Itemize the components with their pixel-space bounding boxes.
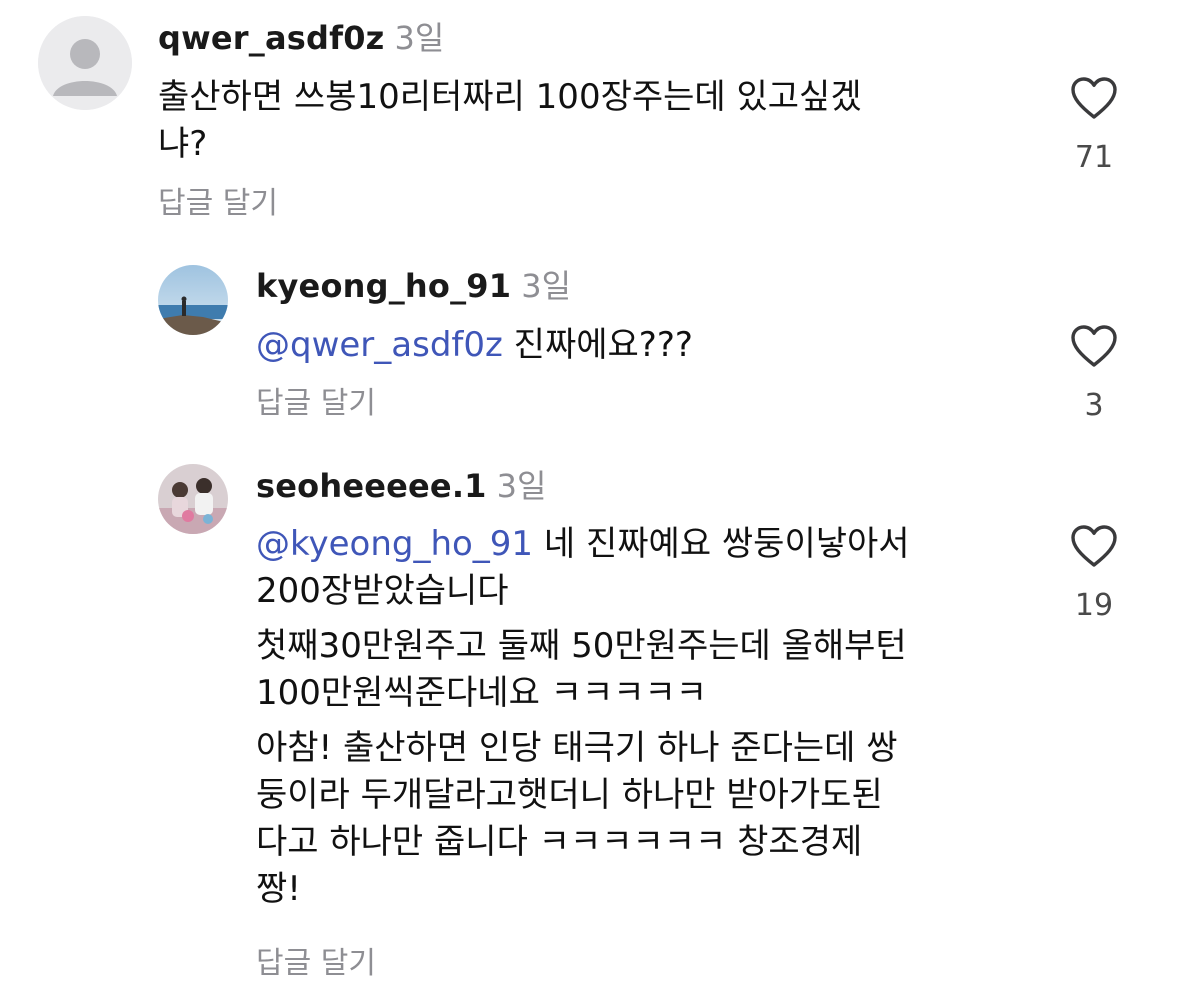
comment-header: kyeong_ho_91 3일 <box>256 266 571 306</box>
like-count: 19 <box>1074 588 1114 623</box>
comment-text: @kyeong_ho_91 네 진짜예요 쌍둥이낳아서 200장받았습니다 첫째… <box>256 521 1036 913</box>
comment-text-line: 짱! <box>256 869 301 909</box>
comment-text: @qwer_asdf0z 진짜에요??? <box>256 322 1036 369</box>
comment-text-span: 진짜에요??? <box>502 325 693 365</box>
heart-outline-icon[interactable] <box>1070 324 1118 368</box>
like-count: 71 <box>1074 140 1114 175</box>
comment-text-span: 네 진짜예요 쌍둥이낳아서 <box>533 524 910 564</box>
avatar[interactable] <box>158 265 228 335</box>
heart-outline-icon[interactable] <box>1070 76 1118 120</box>
avatar-photo <box>158 464 228 534</box>
person-silhouette-icon <box>38 16 132 110</box>
username[interactable]: seoheeeee.1 <box>256 467 487 505</box>
comment-text: 출산하면 쓰봉10리터짜리 100장주는데 있고싶겠 냐? <box>158 74 1038 168</box>
timestamp: 3일 <box>394 19 445 57</box>
comment-text-line: @qwer_asdf0z 진짜에요??? <box>256 322 1036 369</box>
like-button[interactable]: 3 <box>1064 324 1124 424</box>
comment-header: qwer_asdf0z 3일 <box>158 18 444 58</box>
mention-link[interactable]: @kyeong_ho_91 <box>256 524 533 564</box>
comment-text-line: 냐? <box>158 124 208 164</box>
mention-link[interactable]: @qwer_asdf0z <box>256 325 503 365</box>
like-count: 3 <box>1084 388 1104 423</box>
heart-outline-icon[interactable] <box>1070 524 1118 568</box>
like-button[interactable]: 19 <box>1064 524 1124 624</box>
timestamp: 3일 <box>521 267 572 305</box>
comment-text-line: 200장받았습니다 <box>256 571 509 611</box>
comment-text-line: 100만원씩준다네요 ㅋㅋㅋㅋㅋ <box>256 673 708 713</box>
avatar[interactable] <box>38 16 132 110</box>
reply-button[interactable]: 답글 달기 <box>256 944 376 984</box>
username[interactable]: qwer_asdf0z <box>158 19 385 57</box>
avatar-photo <box>158 265 228 335</box>
comment-text-line: 다고 하나만 줍니다 ㅋㅋㅋㅋㅋㅋ 창조경제 <box>256 822 863 862</box>
comment-header: seoheeeee.1 3일 <box>256 466 546 506</box>
like-button[interactable]: 71 <box>1064 76 1124 176</box>
reply-button[interactable]: 답글 달기 <box>256 384 376 424</box>
comment-text-line: @kyeong_ho_91 네 진짜예요 쌍둥이낳아서 <box>256 521 1036 568</box>
comment-text-line: 둥이라 두개달라고햇더니 하나만 받아가도된 <box>256 775 883 815</box>
comment-text-line: 아참! 출산하면 인당 태극기 하나 준다는데 쌍 <box>256 728 898 768</box>
username[interactable]: kyeong_ho_91 <box>256 267 511 305</box>
reply-button[interactable]: 답글 달기 <box>158 184 278 224</box>
comment-text-line: 첫째30만원주고 둘째 50만원주는데 올해부턴 <box>256 626 907 666</box>
timestamp: 3일 <box>496 467 547 505</box>
comment-text-line: 출산하면 쓰봉10리터짜리 100장주는데 있고싶겠 <box>158 77 862 117</box>
avatar[interactable] <box>158 464 228 534</box>
